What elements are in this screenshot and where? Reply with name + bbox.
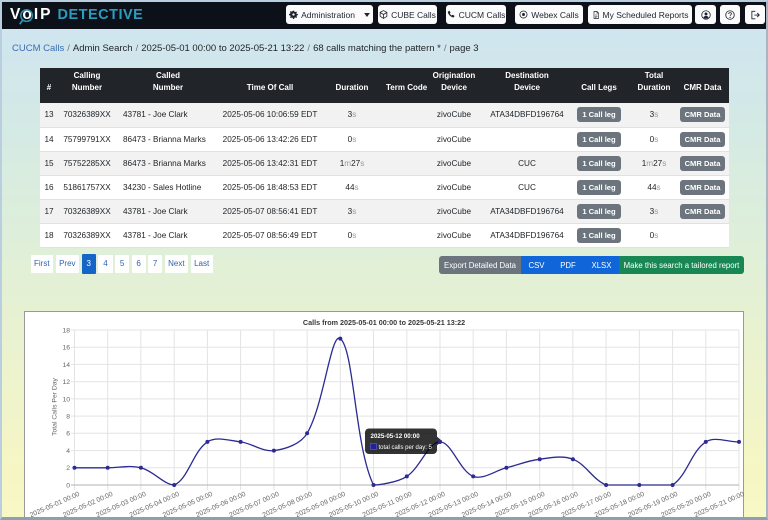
svg-text:8: 8 [66, 414, 70, 421]
svg-text:2025-05-12 00:00: 2025-05-12 00:00 [371, 433, 421, 440]
svg-text:4: 4 [66, 448, 70, 455]
svg-text:total calls per day: 5: total calls per day: 5 [379, 445, 433, 451]
svg-text:0: 0 [66, 482, 70, 489]
svg-text:12: 12 [62, 379, 70, 386]
svg-text:Total Calls Per Day: Total Calls Per Day [52, 378, 59, 436]
svg-text:10: 10 [62, 396, 70, 403]
svg-text:6: 6 [66, 431, 70, 438]
svg-text:18: 18 [62, 327, 70, 334]
svg-text:14: 14 [62, 362, 70, 369]
svg-text:16: 16 [62, 345, 70, 352]
svg-text:Calls from 2025-05-01 00:00 to: Calls from 2025-05-01 00:00 to 2025-05-2… [303, 318, 465, 327]
svg-text:2: 2 [66, 465, 70, 472]
